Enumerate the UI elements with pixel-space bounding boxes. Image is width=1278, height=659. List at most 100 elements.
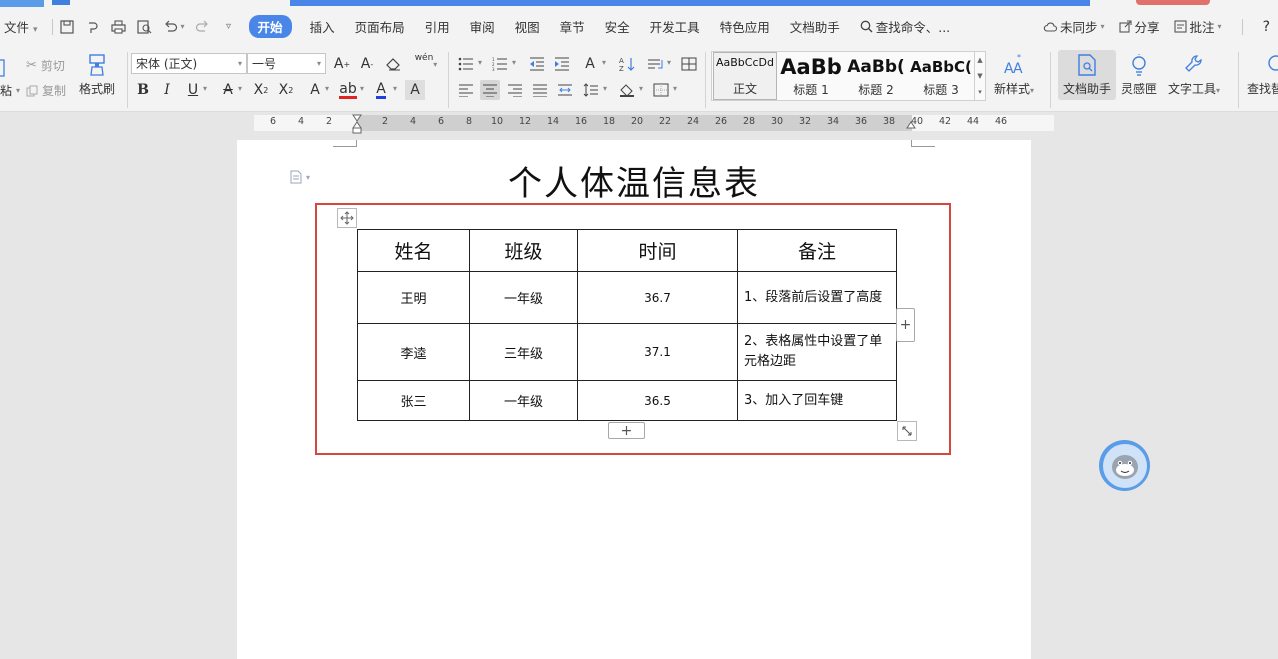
undo-icon[interactable] <box>163 19 179 35</box>
chevron-down-icon[interactable]: ▾ <box>667 58 671 67</box>
header-cell-time[interactable]: 时间 <box>577 229 738 272</box>
text-direction-icon[interactable]: A <box>580 54 600 74</box>
styles-scroll[interactable]: ▲ ▼ ▾ <box>974 52 985 100</box>
print-preview-icon[interactable] <box>137 19 153 35</box>
align-center-icon[interactable] <box>480 80 500 100</box>
redo-icon[interactable] <box>195 19 211 35</box>
tab-references[interactable]: 引用 <box>425 17 450 36</box>
table-cell[interactable]: 36.5 <box>577 380 738 421</box>
increase-indent-icon[interactable] <box>552 54 572 74</box>
character-shading-icon[interactable]: A <box>405 80 425 100</box>
font-color-icon[interactable]: A <box>371 80 391 100</box>
chevron-down-icon[interactable]: ▾ <box>639 84 643 93</box>
copy-button[interactable]: 复制 <box>26 82 66 99</box>
right-indent-marker[interactable] <box>906 114 916 134</box>
bold-icon[interactable]: B <box>133 80 153 100</box>
tab-security[interactable]: 安全 <box>605 17 630 36</box>
table-cell[interactable]: 一年级 <box>469 380 578 421</box>
decrease-font-icon[interactable]: A- <box>357 54 377 74</box>
pinyin-guide-icon[interactable]: wén ▾ <box>412 53 440 74</box>
undo-dropdown-icon[interactable]: ▾ <box>181 22 185 31</box>
table-cell[interactable]: 37.1 <box>577 323 738 381</box>
chevron-down-icon[interactable]: ▼ <box>977 72 982 80</box>
chevron-down-icon[interactable]: ▾ <box>602 58 606 67</box>
add-column-button[interactable]: + <box>896 308 915 342</box>
subscript-icon[interactable]: X2 <box>276 80 296 100</box>
distribute-icon[interactable] <box>555 80 575 100</box>
increase-font-icon[interactable]: A + <box>332 54 352 74</box>
superscript-icon[interactable]: X2 <box>251 80 271 100</box>
tab-special[interactable]: 特色应用 <box>720 17 770 36</box>
first-line-indent-marker[interactable] <box>352 114 362 134</box>
chevron-down-icon[interactable]: ▾ <box>325 84 329 93</box>
chevron-up-icon[interactable]: ▲ <box>977 56 982 64</box>
text-tools-button[interactable]: 文字工具▾ <box>1168 52 1220 97</box>
tab-review[interactable]: 审阅 <box>470 17 495 36</box>
text-effect-icon[interactable]: A <box>305 80 325 100</box>
sync-button[interactable]: 未同步 ▾ <box>1043 17 1105 36</box>
style-heading-2[interactable]: AaBb( 标题 2 <box>844 52 908 100</box>
header-cell-class[interactable]: 班级 <box>469 229 578 272</box>
add-row-button[interactable]: + <box>608 422 645 439</box>
underline-icon[interactable]: U <box>183 80 203 100</box>
tab-view[interactable]: 视图 <box>515 17 540 36</box>
chevron-down-icon[interactable]: ▾ <box>393 84 397 93</box>
chevron-down-icon[interactable]: ▾ <box>238 84 242 93</box>
style-heading-1[interactable]: AaBb 标题 1 <box>779 52 843 100</box>
chevron-down-icon[interactable]: ▾ <box>512 58 516 67</box>
tab-developer[interactable]: 开发工具 <box>650 17 700 36</box>
find-replace-button[interactable]: 查找替 <box>1247 52 1278 97</box>
expand-icon[interactable]: ▾ <box>978 88 982 96</box>
header-cell-note[interactable]: 备注 <box>737 229 897 272</box>
tab-page-layout[interactable]: 页面布局 <box>355 17 405 36</box>
data-table[interactable]: 姓名 班级 时间 备注 王明 一年级 36.7 1、段落前后设置了高度 李逵 三… <box>357 229 897 421</box>
shading-icon[interactable] <box>617 80 637 100</box>
table-cell[interactable]: 王明 <box>357 271 470 324</box>
line-spacing-icon[interactable] <box>581 80 601 100</box>
align-left-icon[interactable] <box>456 80 476 100</box>
table-cell[interactable]: 李逵 <box>357 323 470 381</box>
style-heading-3[interactable]: AaBbC( 标题 3 <box>909 52 973 100</box>
tab-chapter[interactable]: 章节 <box>560 17 585 36</box>
numbered-list-icon[interactable]: 123 <box>490 54 510 74</box>
command-search[interactable]: 查找命令、... <box>860 17 950 36</box>
window-close-strip[interactable] <box>1136 0 1210 5</box>
table-cell[interactable]: 3、加入了回车键 <box>737 380 897 421</box>
assistant-mascot[interactable] <box>1099 440 1150 491</box>
paste-label[interactable]: 粘 ▾ <box>0 82 20 99</box>
cut-button[interactable]: ✂ 剪切 <box>26 57 65 74</box>
font-name-select[interactable]: 宋体 (正文) ▾ <box>131 53 247 74</box>
table-grid-icon[interactable] <box>679 54 699 74</box>
header-cell-name[interactable]: 姓名 <box>357 229 470 272</box>
clear-format-icon[interactable] <box>384 54 404 74</box>
table-cell[interactable]: 1、段落前后设置了高度 <box>737 271 897 324</box>
chevron-down-icon[interactable]: ▾ <box>603 84 607 93</box>
save-icon[interactable] <box>59 19 75 35</box>
align-right-icon[interactable] <box>505 80 525 100</box>
tab-doc-assistant[interactable]: 文档助手 <box>790 17 840 36</box>
chevron-down-icon[interactable]: ▾ <box>673 84 677 93</box>
table-cell[interactable]: 一年级 <box>469 271 578 324</box>
table-resize-handle[interactable] <box>897 421 917 441</box>
customize-toolbar-icon[interactable]: ▿ <box>221 19 237 35</box>
export-icon[interactable] <box>85 19 101 35</box>
share-button[interactable]: 分享 <box>1118 17 1160 36</box>
italic-icon[interactable]: I <box>157 80 177 100</box>
borders-icon[interactable] <box>651 80 671 100</box>
chevron-down-icon[interactable]: ▾ <box>478 58 482 67</box>
document-title[interactable]: 个人体温信息表 <box>237 156 1031 205</box>
new-style-button[interactable]: A A * 新样式▾ <box>994 52 1034 97</box>
font-size-select[interactable]: 一号 ▾ <box>247 53 326 74</box>
highlight-icon[interactable]: ab <box>338 80 358 100</box>
chevron-down-icon[interactable]: ▾ <box>360 84 364 93</box>
doc-assistant-button[interactable]: 文档助手 <box>1058 50 1116 100</box>
help-button[interactable]: ? <box>1263 19 1270 35</box>
table-move-handle[interactable] <box>337 208 357 228</box>
decrease-indent-icon[interactable] <box>527 54 547 74</box>
print-icon[interactable] <box>111 19 127 35</box>
tab-start[interactable]: 开始 <box>248 15 292 38</box>
table-cell[interactable]: 2、表格属性中设置了单元格边距 <box>737 323 897 381</box>
justify-icon[interactable] <box>530 80 550 100</box>
table-cell[interactable]: 三年级 <box>469 323 578 381</box>
inspiration-button[interactable]: 灵感匣 <box>1121 52 1157 97</box>
